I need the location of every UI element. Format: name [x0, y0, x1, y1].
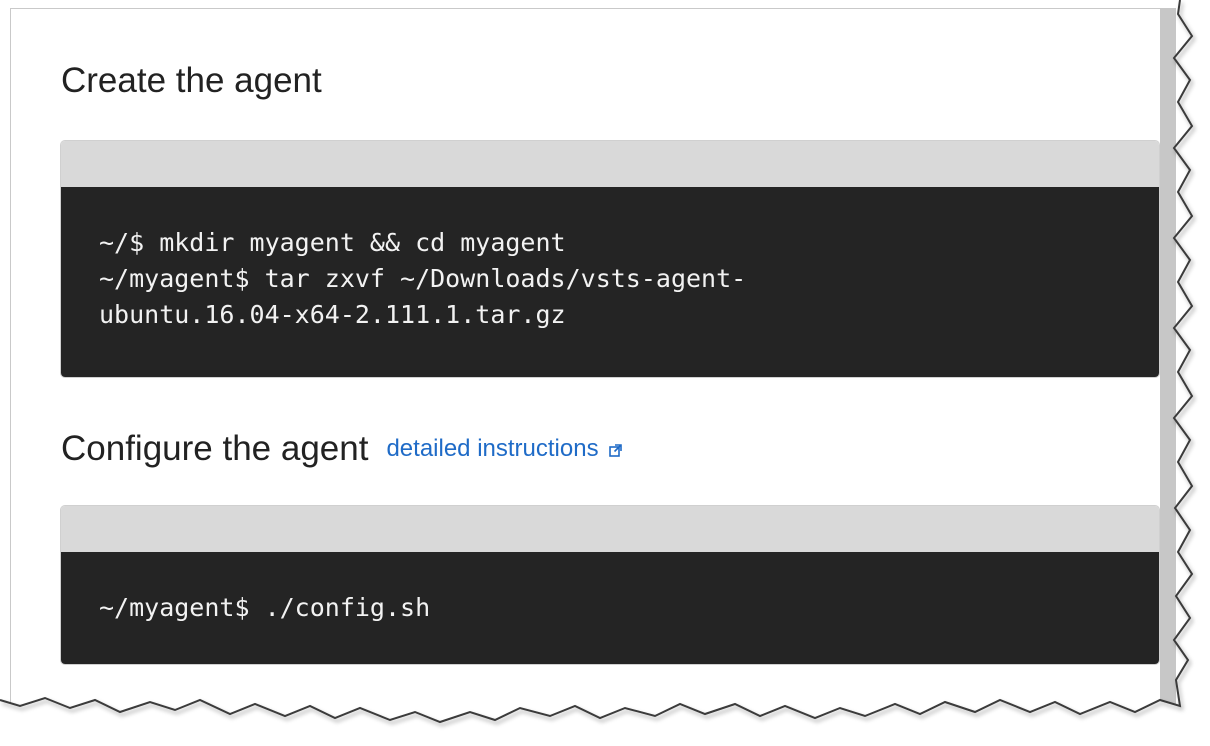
scrollbar[interactable]	[1160, 8, 1176, 718]
code-line: ~/myagent$ tar zxvf ~/Downloads/vsts-age…	[99, 264, 747, 293]
detailed-instructions-link[interactable]: detailed instructions	[386, 435, 622, 462]
code-block-configure-agent: ~/myagent$ ./config.sh	[61, 506, 1159, 664]
code-block-header	[61, 506, 1159, 552]
section-title-create-agent: Create the agent	[61, 61, 322, 100]
code-block-header	[61, 141, 1159, 187]
section-title-configure-agent: Configure the agent detailed instructions	[61, 429, 622, 469]
code-line: ~/myagent$ ./config.sh	[99, 593, 431, 622]
code-block-body: ~/$ mkdir myagent && cd myagent ~/myagen…	[61, 187, 1159, 377]
screenshot-frame: Create the agent ~/$ mkdir myagent && cd…	[0, 0, 1210, 746]
code-line: ubuntu.16.04-x64-2.111.1.tar.gz	[99, 300, 566, 329]
section-title-text: Configure the agent	[61, 429, 369, 468]
code-block-body: ~/myagent$ ./config.sh	[61, 552, 1159, 664]
code-block-create-agent: ~/$ mkdir myagent && cd myagent ~/myagen…	[61, 141, 1159, 377]
external-link-icon	[608, 444, 622, 457]
link-label: detailed instructions	[386, 435, 599, 462]
content-panel: Create the agent ~/$ mkdir myagent && cd…	[10, 8, 1161, 729]
code-line: ~/$ mkdir myagent && cd myagent	[99, 228, 566, 257]
